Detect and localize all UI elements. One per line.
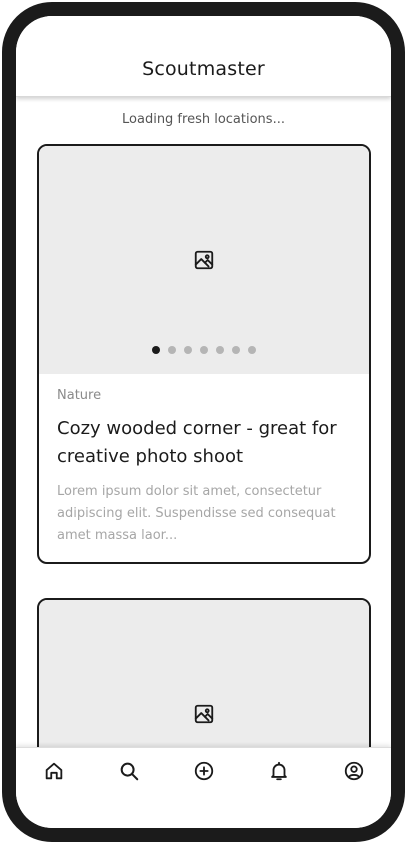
tab-home[interactable] xyxy=(41,758,67,784)
app-title: Scoutmaster xyxy=(142,58,265,80)
card-image-carousel[interactable] xyxy=(39,146,369,374)
image-icon xyxy=(194,704,214,724)
carousel-dot-active[interactable] xyxy=(152,346,160,354)
user-circle-icon xyxy=(344,761,364,781)
tab-profile[interactable] xyxy=(341,758,367,784)
carousel-dot[interactable] xyxy=(216,346,224,354)
feed[interactable]: Loading fresh locations... Nature Cozy w… xyxy=(16,98,391,750)
tab-notifications[interactable] xyxy=(266,758,292,784)
app-header: Scoutmaster xyxy=(16,16,391,97)
card-category: Nature xyxy=(57,388,102,403)
plus-circle-icon xyxy=(194,761,214,781)
loading-status: Loading fresh locations... xyxy=(122,112,285,127)
carousel-dot[interactable] xyxy=(168,346,176,354)
card-title: Cozy wooded corner - great for creative … xyxy=(57,418,337,467)
carousel-dot[interactable] xyxy=(232,346,240,354)
carousel-dot[interactable] xyxy=(248,346,256,354)
app-screen: Scoutmaster Loading fresh locations... N… xyxy=(16,16,391,828)
card-description: Lorem ipsum dolor sit amet, consectetur … xyxy=(57,484,336,543)
image-icon xyxy=(194,250,214,270)
card-body: Nature Cozy wooded corner - great for cr… xyxy=(57,388,355,547)
location-card[interactable]: Nature Cozy wooded corner - great for cr… xyxy=(37,144,371,564)
location-card[interactable] xyxy=(37,598,371,750)
search-icon xyxy=(120,762,139,781)
phone-frame: Scoutmaster Loading fresh locations... N… xyxy=(2,2,405,842)
home-icon xyxy=(45,762,63,780)
carousel-dot[interactable] xyxy=(184,346,192,354)
carousel-dot[interactable] xyxy=(200,346,208,354)
tab-add[interactable] xyxy=(191,758,217,784)
bottom-tab-bar xyxy=(16,747,391,828)
tab-search[interactable] xyxy=(116,758,142,784)
carousel-dots xyxy=(39,346,369,354)
card-image-carousel[interactable] xyxy=(39,600,369,750)
bell-icon xyxy=(271,761,287,781)
